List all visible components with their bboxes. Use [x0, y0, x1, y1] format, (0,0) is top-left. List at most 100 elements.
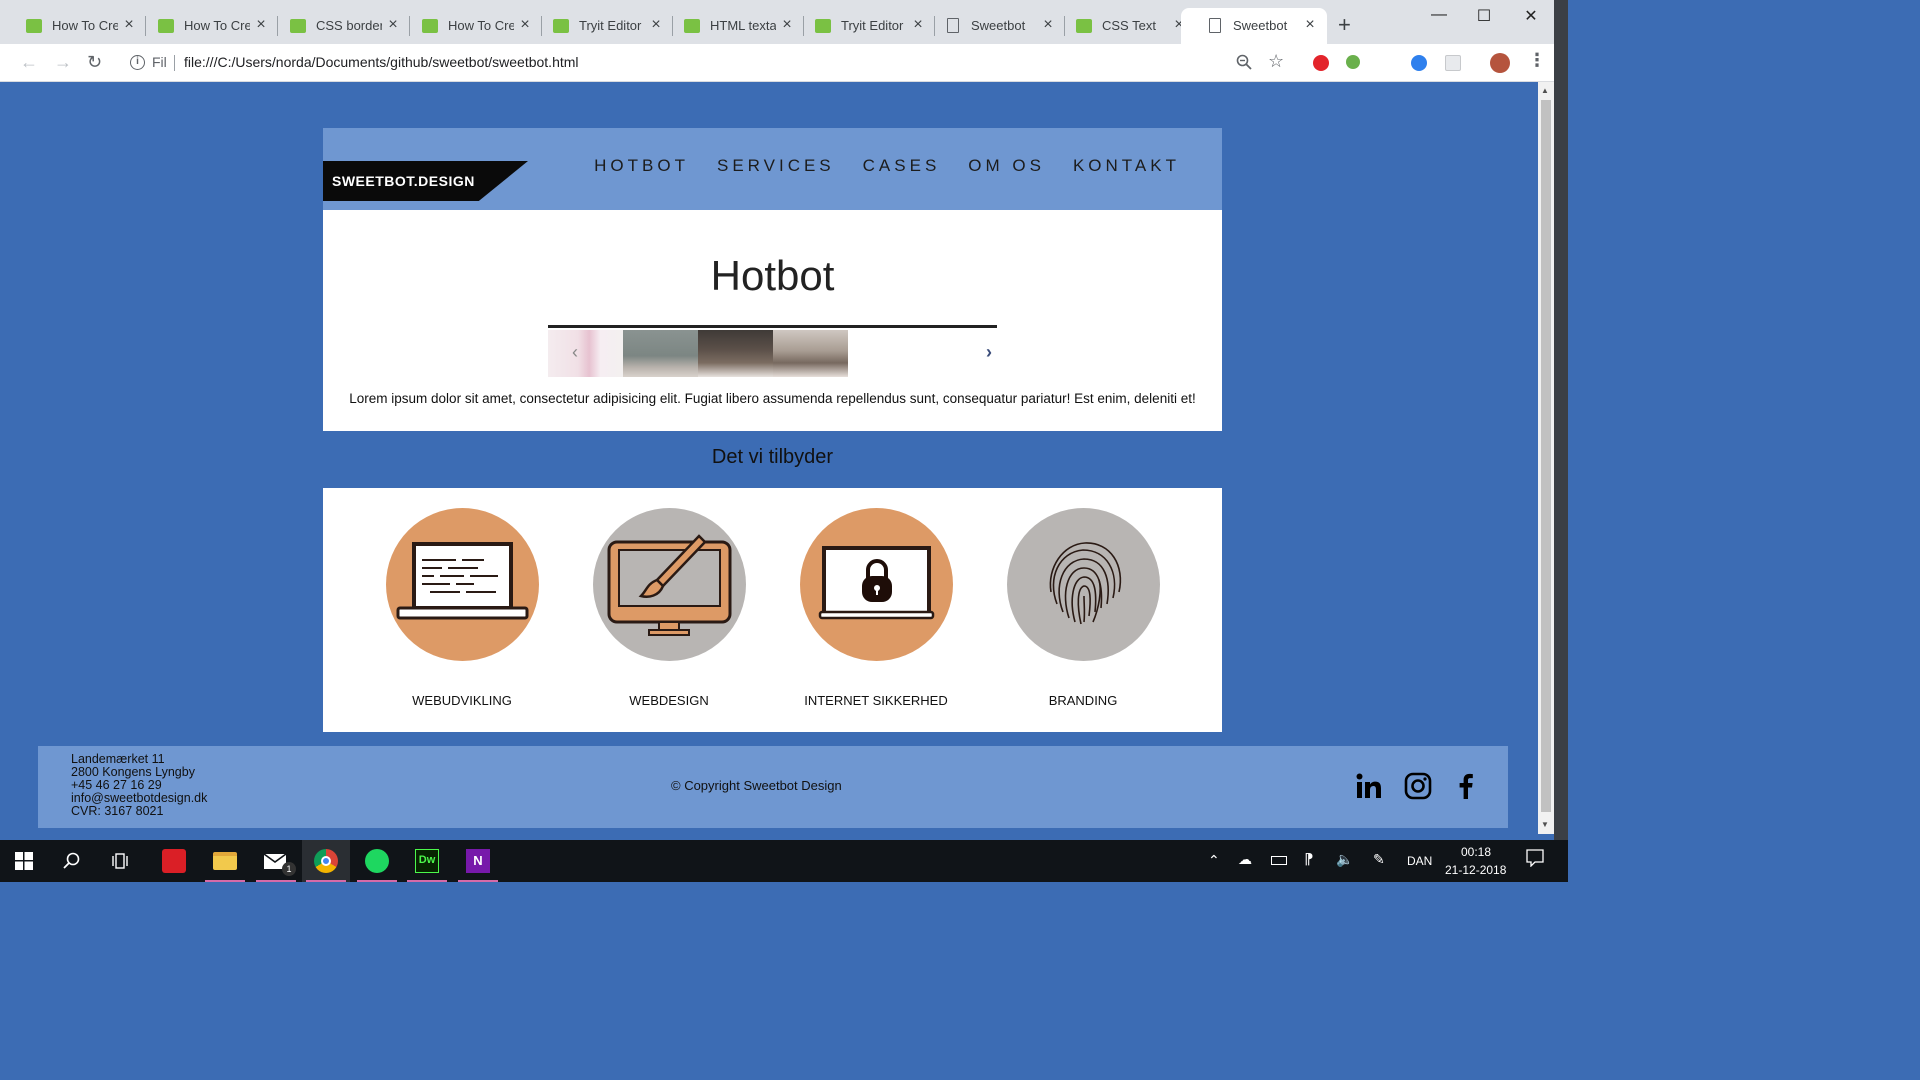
tab-title: HTML textar [710, 18, 776, 33]
scroll-down-icon[interactable]: ▼ [1541, 820, 1549, 829]
address-bar[interactable]: i Fil file:///C:/Users/norda/Documents/g… [118, 49, 1298, 77]
browser-tab[interactable]: HTML textar × [658, 8, 804, 44]
browser-tab-active[interactable]: Sweetbot × [1181, 8, 1327, 44]
creative-cloud-icon[interactable] [150, 840, 198, 882]
onenote-icon[interactable]: N [454, 840, 502, 882]
chrome-icon[interactable] [302, 840, 350, 882]
onedrive-icon[interactable]: ☁ [1238, 851, 1252, 868]
minimize-button[interactable]: — [1416, 6, 1462, 24]
hero-section: Hotbot ‹ › Lorem ipsum dolor sit amet, c… [323, 210, 1222, 431]
maximize-button[interactable]: ☐ [1461, 6, 1507, 26]
clock-date[interactable]: 21-12-2018 [1445, 863, 1506, 877]
tray-chevron-icon[interactable]: ⌃ [1208, 852, 1220, 869]
carousel-thumbnail[interactable] [698, 330, 773, 377]
dreamweaver-icon[interactable]: Dw [403, 840, 451, 882]
browser-toolbar: ← → ↻ i Fil file:///C:/Users/norda/Docum… [0, 44, 1568, 82]
nav-link-hotbot[interactable]: HOTBOT [594, 156, 689, 176]
search-icon[interactable] [48, 840, 96, 882]
carousel-next-icon[interactable]: › [986, 342, 992, 363]
forward-icon[interactable]: → [54, 52, 72, 73]
reload-icon[interactable]: ↻ [87, 52, 102, 73]
back-icon[interactable]: ← [20, 52, 38, 73]
cast-extension-icon[interactable] [1445, 55, 1461, 71]
battery-icon[interactable] [1271, 854, 1287, 868]
spotify-icon[interactable] [353, 840, 401, 882]
tab-title: Tryit Editor v [841, 18, 907, 33]
pen-ink-icon[interactable]: ✎ [1373, 851, 1385, 868]
scroll-up-icon[interactable]: ▲ [1541, 86, 1549, 95]
document-icon [1209, 18, 1221, 33]
carousel-thumbnail[interactable] [623, 330, 698, 377]
address-cvr: CVR: 3167 8021 [71, 804, 164, 818]
browser-tab[interactable]: CSS border- × [264, 8, 410, 44]
w3-favicon-icon [290, 19, 306, 33]
carousel-prev-icon[interactable]: ‹ [572, 342, 578, 363]
tab-title: CSS border- [316, 18, 382, 33]
url-text[interactable]: file:///C:/Users/norda/Documents/github/… [184, 54, 579, 70]
w3-favicon-icon [684, 19, 700, 33]
browser-tab[interactable]: CSS Text × [1050, 8, 1196, 44]
input-language[interactable]: DAN [1407, 854, 1432, 868]
close-tab-icon[interactable]: × [1303, 16, 1317, 34]
offer-heading: Det vi tilbyder [711, 446, 834, 468]
new-tab-button[interactable]: + [1338, 14, 1351, 36]
laptop-lock-icon [800, 508, 953, 661]
mail-badge: 1 [282, 862, 296, 876]
carousel-thumbnail[interactable] [548, 330, 623, 377]
page-scrollbar[interactable]: ▲ ▼ [1538, 82, 1554, 834]
w3-favicon-icon [553, 19, 569, 33]
wifi-icon[interactable]: ⁋ [1304, 850, 1314, 868]
site-logo[interactable]: SWEETBOT.DESIGN [323, 161, 528, 201]
mail-icon[interactable]: 1 [252, 840, 300, 882]
browser-menu-icon[interactable]: ⋮ [1528, 50, 1546, 71]
zoom-icon[interactable] [1236, 54, 1252, 75]
browser-tab[interactable]: How To Crea × [132, 8, 278, 44]
blue-extension-icon[interactable] [1411, 55, 1427, 71]
start-button[interactable] [0, 840, 48, 882]
tab-title: How To Crea [52, 18, 118, 33]
carousel-thumbnail[interactable] [773, 330, 848, 377]
w3-favicon-icon [815, 19, 831, 33]
service-label: WEBUDVIKLING [412, 693, 512, 708]
clock-time[interactable]: 00:18 [1461, 845, 1491, 859]
browser-tab[interactable]: Tryit Editor v × [789, 8, 935, 44]
nav-link-cases[interactable]: CASES [863, 156, 941, 176]
close-window-button[interactable]: ✕ [1508, 6, 1554, 26]
nav-link-services[interactable]: SERVICES [717, 156, 835, 176]
action-center-icon[interactable] [1526, 849, 1544, 870]
w3-favicon-icon [158, 19, 174, 33]
browser-tab[interactable]: Sweetbot × [919, 8, 1065, 44]
tab-title: CSS Text [1102, 18, 1156, 33]
nav-link-om-os[interactable]: OM OS [968, 156, 1045, 176]
service-label: BRANDING [1048, 693, 1118, 708]
copyright-text: © Copyright Sweetbot Design [671, 778, 842, 793]
browser-tab[interactable]: Tryit Editor v × [527, 8, 673, 44]
green-extension-icon[interactable] [1346, 55, 1360, 69]
main-nav: HOTBOT SERVICES CASES OM OS KONTAKT [594, 156, 1180, 176]
nav-link-kontakt[interactable]: KONTAKT [1073, 156, 1180, 176]
facebook-icon[interactable] [1451, 771, 1481, 801]
tab-title: How To Crea [184, 18, 250, 33]
tab-title: How To Crea [448, 18, 514, 33]
hero-text: Lorem ipsum dolor sit amet, consectetur … [349, 391, 1196, 406]
opera-extension-icon[interactable] [1313, 55, 1329, 71]
image-carousel[interactable]: ‹ › [548, 325, 997, 377]
site-header: SWEETBOT.DESIGN HOTBOT SERVICES CASES OM… [323, 128, 1222, 210]
info-icon[interactable]: i [130, 55, 145, 70]
service-label: WEBDESIGN [629, 693, 709, 708]
browser-tab[interactable]: How To Crea × [0, 8, 146, 44]
bookmark-star-icon[interactable]: ☆ [1268, 51, 1284, 72]
logo-text: SWEETBOT.DESIGN [332, 173, 475, 189]
windows-taskbar: 1 Dw N ⌃ ☁ ⁋ 🔈 ✎ DAN 00:18 21-12-2018 [0, 840, 1568, 882]
task-view-icon[interactable] [98, 840, 146, 882]
instagram-icon[interactable] [1403, 771, 1433, 801]
laptop-code-icon [386, 508, 539, 661]
linkedin-icon[interactable] [1354, 771, 1384, 801]
scrollbar-thumb[interactable] [1541, 100, 1551, 812]
volume-icon[interactable]: 🔈 [1336, 851, 1353, 868]
service-label: INTERNET SIKKERHED [804, 693, 948, 708]
footer-address: Landemærket 11 2800 Kongens Lyngby +45 4… [71, 753, 207, 818]
profile-avatar[interactable] [1490, 53, 1510, 73]
browser-tab[interactable]: How To Crea × [396, 8, 542, 44]
file-explorer-icon[interactable] [201, 840, 249, 882]
